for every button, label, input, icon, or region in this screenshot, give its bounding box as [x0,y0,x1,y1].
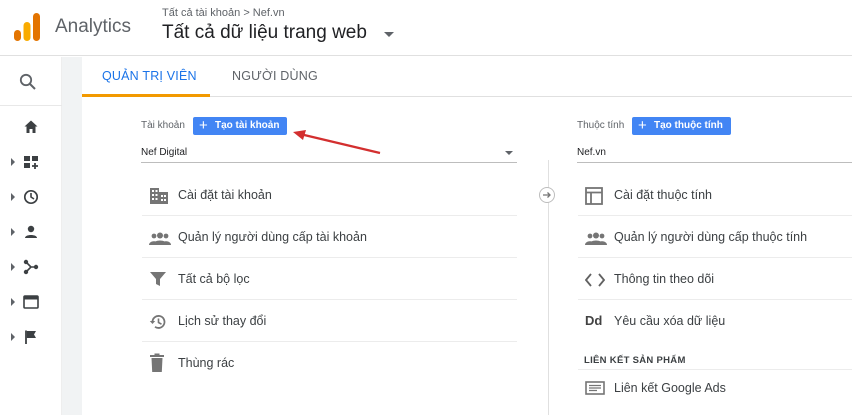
expand-triangle-icon [11,158,15,166]
menu-all-filters[interactable]: Tất cả bộ lọc [142,258,517,300]
admin-tabs: QUẢN TRỊ VIÊN NGƯỜI DÙNG [82,57,852,97]
property-picker-underline [577,162,852,163]
tab-user[interactable]: NGƯỜI DÙNG [232,69,318,83]
layout-icon [585,187,603,205]
building-icon [150,188,168,204]
expand-triangle-icon [11,298,15,306]
menu-property-settings[interactable]: Cài đặt thuộc tính [578,174,852,216]
analytics-logo-icon[interactable] [14,13,40,41]
plus-icon: + [638,117,647,134]
expand-triangle-icon [11,228,15,236]
view-dropdown-caret-icon[interactable] [384,32,394,37]
account-picker-underline [141,162,517,163]
menu-account-user-management[interactable]: Quản lý người dùng cấp tài khoản [142,216,517,258]
menu-google-ads-link[interactable]: Liên kết Google Ads [578,373,852,415]
tab-admin[interactable]: QUẢN TRỊ VIÊN [102,69,197,83]
nav-customization[interactable] [0,147,62,177]
expand-triangle-icon [11,333,15,341]
app-name: Analytics [55,16,132,37]
ads-icon [585,381,605,395]
annotation-arrow-icon [293,130,381,155]
menu-label: Quản lý người dùng cấp thuộc tính [614,230,808,244]
rail-divider [0,105,62,106]
create-account-button[interactable]: + Tạo tài khoản [193,117,288,135]
account-picker[interactable]: Nef Digital [141,147,187,158]
people-icon [585,232,607,245]
create-account-label: Tạo tài khoản [215,120,280,131]
people-icon [149,232,171,245]
person-icon [25,225,37,238]
menu-change-history[interactable]: Lịch sử thay đổi [142,300,517,342]
menu-account-settings[interactable]: Cài đặt tài khoản [142,174,517,216]
menu-label: Liên kết Google Ads [614,381,726,395]
menu-label: Yêu cầu xóa dữ liệu [614,314,726,328]
section-divider [578,369,852,370]
menu-label: Tất cả bộ lọc [178,272,250,286]
menu-trash[interactable]: Thùng rác [142,342,517,384]
search-icon[interactable] [19,73,37,91]
menu-label: Lịch sử thay đổi [178,314,267,328]
menu-property-user-management[interactable]: Quản lý người dùng cấp thuộc tính [578,216,852,258]
account-column-label: Tài khoản [141,120,185,131]
left-nav-rail [0,57,62,415]
view-selector[interactable]: Tất cả dữ liệu trang web [162,22,367,44]
dd-icon: Dd [585,313,603,328]
menu-label: Cài đặt tài khoản [178,188,272,202]
property-column-label: Thuộc tính [577,120,625,131]
plus-icon: + [199,117,208,134]
arrow-right-icon [543,192,551,198]
flag-icon [25,330,36,344]
nav-conversions[interactable] [0,322,62,352]
clock-icon [23,189,39,205]
menu-tracking-info[interactable]: Thông tin theo dõi [578,258,852,300]
nav-home[interactable] [0,112,62,142]
nav-acquisition[interactable] [0,252,62,282]
expand-triangle-icon [11,263,15,271]
acquisition-icon [23,259,39,275]
column-link-indicator [539,187,555,203]
menu-label: Thông tin theo dõi [614,272,715,286]
home-icon [24,120,38,133]
menu-label: Quản lý người dùng cấp tài khoản [178,230,367,244]
nav-audience[interactable] [0,217,62,247]
app-header: Analytics Tất cả tài khoản > Nef.vn Tất … [0,0,852,56]
product-links-heading: LIÊN KẾT SẢN PHẨM [584,355,686,366]
property-picker[interactable]: Nef.vn [577,147,606,158]
nav-realtime[interactable] [0,182,62,212]
create-property-button[interactable]: + Tạo thuộc tính [632,117,731,135]
filter-icon [150,272,166,286]
browser-window-icon [23,295,39,309]
breadcrumb[interactable]: Tất cả tài khoản > Nef.vn [162,7,285,19]
create-property-label: Tạo thuộc tính [654,120,723,131]
menu-data-deletion[interactable]: Dd Yêu cầu xóa dữ liệu [578,300,852,342]
dashboard-icon [24,156,38,169]
history-icon [149,315,166,329]
code-icon [585,273,605,287]
account-picker-caret-icon[interactable] [505,151,513,155]
menu-label: Cài đặt thuộc tính [614,188,712,202]
trash-icon [150,353,164,372]
nav-behavior[interactable] [0,287,62,317]
menu-label: Thùng rác [178,356,235,370]
expand-triangle-icon [11,193,15,201]
